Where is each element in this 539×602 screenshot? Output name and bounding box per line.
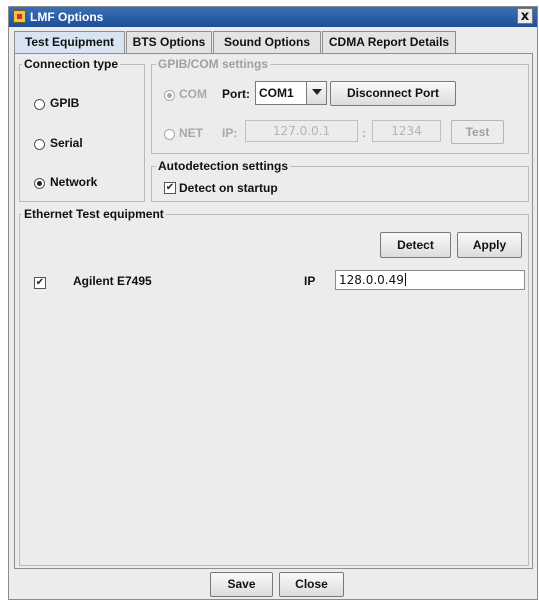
gpib-com-settings-title: GPIB/COM settings	[156, 57, 271, 71]
net-radio[interactable]	[164, 129, 175, 140]
port-select-value: COM1	[259, 86, 294, 100]
net-ip-field[interactable]: 127.0.0.1	[245, 120, 358, 142]
com-radio[interactable]	[164, 90, 175, 101]
equipment-ip-value: 128.0.0.49	[339, 273, 404, 287]
gpib-label: GPIB	[50, 96, 80, 110]
tab-test-equipment[interactable]: Test Equipment	[14, 31, 125, 53]
port-label: Port:	[222, 87, 250, 101]
detect-on-startup-checkbox[interactable]: ✔	[164, 182, 176, 194]
title-bar: LMF Options x	[9, 7, 537, 27]
chevron-down-icon[interactable]	[306, 82, 326, 104]
equipment-name: Agilent E7495	[73, 274, 152, 288]
window-title: LMF Options	[30, 10, 104, 24]
net-ip-label: IP:	[222, 126, 238, 140]
gpib-com-settings-group: GPIB/COM settings COM Port: COM1 Disconn…	[151, 57, 529, 154]
net-port-field[interactable]: 1234	[372, 120, 441, 142]
close-button[interactable]: Close	[279, 572, 344, 597]
close-window-button[interactable]: x	[517, 8, 533, 24]
test-button[interactable]: Test	[451, 120, 504, 144]
ethernet-test-equipment-title: Ethernet Test equipment	[22, 207, 166, 221]
app-icon	[13, 10, 26, 23]
test-equipment-panel: Connection type GPIB Serial Network GPIB…	[14, 53, 533, 569]
com-label: COM	[179, 87, 207, 101]
tab-sound-options[interactable]: Sound Options	[213, 31, 321, 53]
options-window: LMF Options x Test Equipment BTS Options…	[8, 6, 538, 600]
connection-type-group: Connection type GPIB Serial Network	[19, 57, 145, 202]
tab-bts-options[interactable]: BTS Options	[126, 31, 212, 53]
text-cursor	[404, 273, 406, 286]
autodetection-settings-title: Autodetection settings	[156, 159, 291, 173]
gpib-radio[interactable]	[34, 99, 45, 110]
apply-button[interactable]: Apply	[457, 232, 522, 258]
equipment-ip-field[interactable]: 128.0.0.49	[335, 270, 525, 290]
port-select[interactable]: COM1	[255, 81, 327, 105]
ethernet-test-equipment-group: Ethernet Test equipment Detect Apply ✔ A…	[19, 207, 529, 566]
equipment-checkbox[interactable]: ✔	[34, 277, 46, 289]
network-label: Network	[50, 175, 98, 189]
save-button[interactable]: Save	[210, 572, 273, 597]
detect-button[interactable]: Detect	[380, 232, 451, 258]
tab-cdma-report-details[interactable]: CDMA Report Details	[322, 31, 456, 53]
ip-port-separator: :	[362, 126, 366, 140]
serial-radio[interactable]	[34, 139, 45, 150]
disconnect-port-button[interactable]: Disconnect Port	[330, 81, 456, 106]
serial-label: Serial	[50, 136, 83, 150]
equipment-ip-label: IP	[304, 274, 316, 288]
autodetection-settings-group: Autodetection settings ✔ Detect on start…	[151, 159, 529, 202]
net-label: NET	[179, 126, 203, 140]
connection-type-title: Connection type	[22, 57, 121, 71]
detect-on-startup-label: Detect on startup	[179, 181, 278, 195]
network-radio[interactable]	[34, 178, 45, 189]
